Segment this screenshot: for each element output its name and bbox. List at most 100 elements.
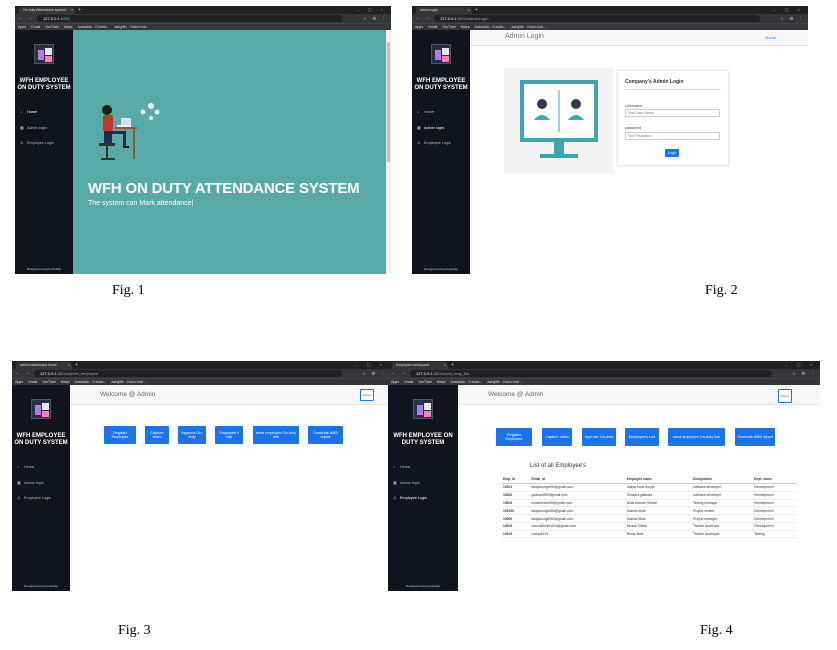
cell-name: Rocky Bahi <box>625 530 693 539</box>
bookmark[interactable]: Apps <box>391 380 399 384</box>
bookmark[interactable]: Apps <box>18 25 26 29</box>
browser-tab[interactable]: On duty Attendance system × <box>19 7 75 14</box>
send-on-duty-link-button[interactable]: send employee On-duty link <box>253 426 299 444</box>
window-controls-icon[interactable]: – ▢ × <box>785 362 816 367</box>
bookmark[interactable]: aangilth - Yahoo Inst... <box>487 380 522 384</box>
close-tab-icon[interactable]: × <box>468 8 470 12</box>
bookmark[interactable]: Maps <box>61 380 70 384</box>
cell-dept: Development <box>753 522 797 531</box>
username-input[interactable] <box>625 109 720 117</box>
sidebar-item-home[interactable]: ⌂ Home <box>20 110 37 114</box>
url-field[interactable]: 127.0.0.1:8000/read_emp_list <box>410 370 772 377</box>
browser-tab[interactable]: admin dashboard home × <box>16 362 72 369</box>
sidebar-item-employee-login[interactable]: ♙ Employee Login <box>417 140 451 145</box>
approve-on-duty-button[interactable]: Approve On-duty <box>582 428 616 446</box>
browser-action-icons[interactable]: ☆ ⚙ ⋮ <box>780 15 805 22</box>
capture-video-button[interactable]: Capture video <box>145 426 169 444</box>
scrollbar[interactable] <box>386 30 391 274</box>
password-input[interactable] <box>625 132 720 140</box>
bookmark[interactable]: aangilth - Yahoo Inst... <box>111 380 146 384</box>
capture-video-button[interactable]: Capture video <box>542 428 572 446</box>
cell-name: Mrunal Shirke <box>625 522 693 531</box>
browser-action-icons[interactable]: ☆ ⚙ ⋮ <box>792 370 817 377</box>
generate-ams-report-button[interactable]: Generate AMS report <box>735 428 775 446</box>
bookmark[interactable]: YouTube <box>418 380 432 384</box>
user-icon: ♙ <box>17 496 21 500</box>
hero-title: WFH ON DUTY ATTENDANCE SYSTEM <box>88 180 360 197</box>
sidebar-item-label: Employee Login <box>27 141 55 145</box>
generate-ams-report-button[interactable]: Generate AMS report <box>308 426 343 444</box>
bookmark[interactable]: Maps <box>437 380 446 384</box>
bookmark[interactable]: YouTube <box>45 25 59 29</box>
logo-image <box>413 399 433 419</box>
admin-illustration <box>504 68 614 174</box>
welcome-text: Welcome @ Admin <box>488 391 544 398</box>
bookmark[interactable]: Maps <box>461 25 470 29</box>
home-link[interactable]: Home <box>765 35 776 40</box>
new-tab-icon[interactable]: + <box>75 362 78 368</box>
window-controls-icon[interactable]: – ▢ × <box>355 362 386 367</box>
bookmark[interactable]: Autodesk - Creatio... <box>74 380 106 384</box>
window-controls-icon[interactable]: – ▢ × <box>773 7 804 12</box>
bookmark[interactable]: aangilth - Yahoo Inst... <box>114 25 149 29</box>
page-content: WFH EMPLOYEE ON DUTY SYSTEM ⌂ Home ▦ Admin… <box>412 30 808 274</box>
register-employee-button[interactable]: Register Employee <box>104 426 136 444</box>
bookmark[interactable]: Autodesk - Creatio... <box>450 380 482 384</box>
logo-image <box>31 399 51 419</box>
browser-tab[interactable]: admin login × <box>416 7 472 14</box>
sidebar-item-home[interactable]: ⌂ Home <box>417 110 434 114</box>
sidebar-item-employee-login[interactable]: ♙ Employee Login <box>17 495 51 500</box>
new-tab-icon[interactable]: + <box>475 7 478 13</box>
browser-action-icons[interactable]: ☆ ⚙ ⋮ <box>363 15 388 22</box>
bookmarks-bar: Apps Gmail YouTube Maps Autodesk - Creatio..… <box>15 23 391 30</box>
bookmark[interactable]: Gmail <box>404 380 413 384</box>
new-tab-icon[interactable]: + <box>78 7 81 13</box>
sidebar-item-label: Employee Login <box>424 141 452 145</box>
login-button[interactable]: Login <box>665 149 679 157</box>
scrollbar-thumb[interactable] <box>387 42 390 162</box>
register-employee-button[interactable]: Register Employee <box>496 428 532 446</box>
bookmark[interactable]: Apps <box>15 380 23 384</box>
bookmark[interactable]: Autodesk - Creatio... <box>474 25 506 29</box>
close-tab-icon[interactable]: × <box>71 8 73 12</box>
cell-name: Nihal Ankush Shinde <box>625 499 693 508</box>
bookmark[interactable]: Gmail <box>428 25 437 29</box>
new-tab-icon[interactable]: + <box>451 362 454 368</box>
url-field[interactable]: 127.0.0.1:8000 <box>37 15 343 22</box>
bookmark[interactable]: aangilth - Yahoo Inst... <box>511 25 546 29</box>
bookmark[interactable]: YouTube <box>442 25 456 29</box>
sidebar-item-admin-login[interactable]: ▦ Admin login <box>393 480 420 485</box>
employees-list-button[interactable]: Employee's List <box>215 426 243 444</box>
sidebar-item-employee-login[interactable]: ♙ Employee Login <box>393 495 427 500</box>
window-controls-icon[interactable]: – ▢ × <box>356 7 387 12</box>
close-tab-icon[interactable]: × <box>444 363 446 367</box>
table-header-row: Emp_id Email_id Employee name Designatio… <box>502 475 797 484</box>
url-path: :8000/read_emp_list <box>432 371 469 376</box>
url-field[interactable]: 127.0.0.1:8000/admin_employee <box>34 370 342 377</box>
sidebar-item-home[interactable]: ⌂ Home <box>17 465 34 469</box>
sidebar-item-employee-login[interactable]: ♙ Employee Login <box>20 140 54 145</box>
bookmark[interactable]: Autodesk - Creatio... <box>77 25 109 29</box>
send-on-duty-link-button[interactable]: send employee On-duty link <box>668 428 725 446</box>
table-row: 10002 gaikwad905@gmail.com Shradha gaikwad… <box>502 491 797 500</box>
employees-list-button[interactable]: Employee's List <box>625 428 659 446</box>
browser-tab[interactable]: Employee workspace × <box>392 362 448 369</box>
url-field[interactable]: 127.0.0.1:8000/adminLogin <box>434 15 760 22</box>
sidebar-item-home[interactable]: ⌂ Home <box>393 465 410 469</box>
sidebar-item-label: Employee Login <box>400 496 428 500</box>
main-area: Welcome @ Admin logout Register Employee… <box>458 385 820 591</box>
sidebar-item-admin-login[interactable]: ▦ Admin login <box>20 125 47 130</box>
bookmark[interactable]: Gmail <box>31 25 40 29</box>
logout-button[interactable]: logout <box>360 389 374 401</box>
close-tab-icon[interactable]: × <box>68 363 70 367</box>
browser-action-icons[interactable]: ☆ ⚙ ⋮ <box>362 370 387 377</box>
logout-button[interactable]: logout <box>778 389 792 403</box>
sidebar-item-admin-login[interactable]: ▦ Admin login <box>17 480 44 485</box>
bookmark[interactable]: Maps <box>64 25 73 29</box>
sidebar-item-admin-login[interactable]: ▦ Admin login <box>417 125 444 130</box>
cell-emp-id: 10015 <box>502 530 531 539</box>
bookmark[interactable]: Apps <box>415 25 423 29</box>
bookmark[interactable]: Gmail <box>28 380 37 384</box>
approve-on-duty-button[interactable]: Approve On-duty <box>178 426 206 444</box>
bookmark[interactable]: YouTube <box>42 380 56 384</box>
